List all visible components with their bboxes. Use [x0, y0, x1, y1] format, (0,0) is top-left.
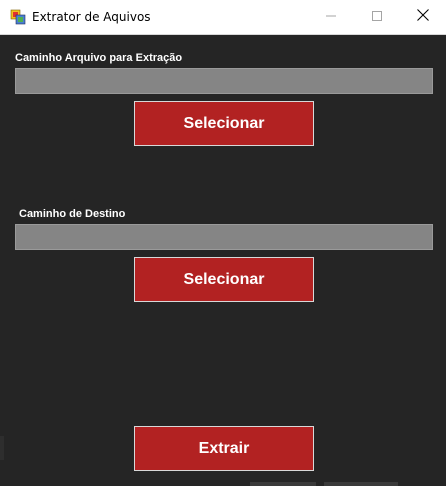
title-bar[interactable]: Extrator de Aquivos [0, 0, 446, 35]
select-source-button[interactable]: Selecionar [134, 101, 314, 146]
source-path-label: Caminho Arquivo para Extração [15, 52, 183, 64]
app-icon [10, 9, 26, 25]
maximize-button[interactable] [354, 0, 400, 34]
close-button[interactable] [400, 0, 446, 34]
select-destination-button[interactable]: Selecionar [134, 257, 314, 302]
minimize-icon [326, 8, 336, 26]
window-edge-shadow [0, 436, 4, 460]
destination-path-input[interactable] [15, 224, 433, 250]
destination-path-label: Caminho de Destino [19, 208, 126, 220]
app-window: Extrator de Aquivos Caminho Arquivo para… [0, 0, 446, 486]
background-window-edge [324, 482, 398, 486]
background-window-edge [250, 482, 316, 486]
maximize-icon [372, 8, 382, 26]
extract-button[interactable]: Extrair [134, 426, 314, 471]
close-icon [417, 8, 429, 26]
source-path-input[interactable] [15, 68, 433, 94]
window-title: Extrator de Aquivos [32, 10, 151, 24]
minimize-button[interactable] [308, 0, 354, 34]
